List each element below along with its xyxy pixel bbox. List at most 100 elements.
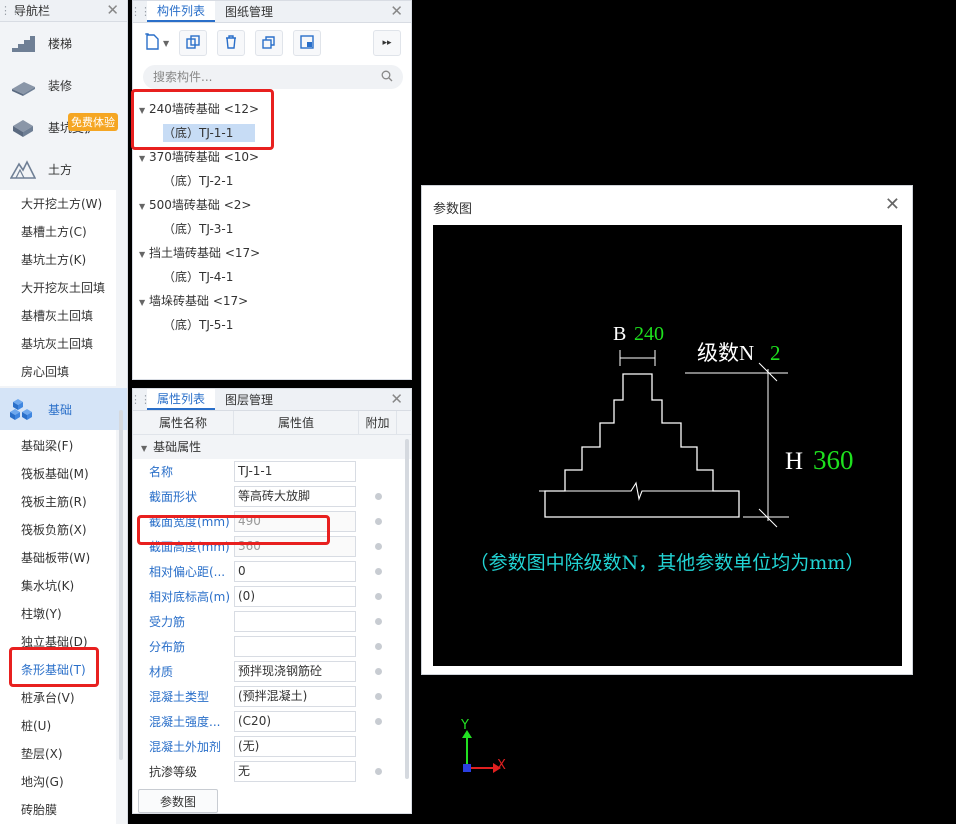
parameter-diagram-dialog: 参数图 ✕ B 240 级数N 2 H 360 （参数图中除级数N，其他参数单位… (421, 185, 913, 675)
delete-component-button[interactable] (217, 30, 246, 56)
nav-item[interactable]: 基坑土方(K) (0, 246, 116, 274)
property-name: 混凝土类型 (149, 690, 210, 704)
tree-group-label: 墙垛砖基础 <17> (149, 294, 249, 308)
extra-checkbox-icon[interactable] (374, 568, 382, 575)
nav-item[interactable]: 基础板带(W) (0, 544, 116, 572)
nav-category-earthwork[interactable]: 土方 (0, 148, 127, 190)
copy-component-button[interactable] (179, 30, 208, 56)
tree-leaf[interactable]: （底）TJ-2-1 (133, 169, 411, 193)
property-value[interactable]: (0) (234, 586, 356, 607)
property-extra (356, 618, 400, 625)
extra-checkbox-icon[interactable] (374, 643, 382, 650)
property-value[interactable]: 预拌现浇钢筋砼 (234, 661, 356, 682)
nav-item[interactable]: 筏板主筋(R) (0, 488, 116, 516)
close-icon[interactable]: ✕ (390, 4, 403, 19)
nav-item[interactable]: 集水坑(K) (0, 572, 116, 600)
tab-property-list[interactable]: 属性列表 (147, 389, 216, 410)
tab-component-list[interactable]: 构件列表 (147, 1, 216, 22)
nav-category-stairs[interactable]: 楼梯 (0, 22, 127, 64)
duplicate-component-button[interactable] (255, 30, 284, 56)
close-icon[interactable]: ✕ (885, 194, 900, 215)
extra-checkbox-icon[interactable] (374, 593, 382, 600)
drag-grip-icon[interactable]: ⋮⋮ (0, 4, 21, 17)
tree-group[interactable]: ▼ 墙垛砖基础 <17> (133, 289, 411, 313)
nav-item[interactable]: 筏板负筋(X) (0, 516, 116, 544)
dialog-title: 参数图 (433, 202, 473, 217)
property-value[interactable]: (C20) (234, 711, 356, 732)
extra-checkbox-icon[interactable] (374, 668, 382, 675)
expand-triangle-icon[interactable]: ▼ (139, 195, 149, 219)
nav-item[interactable]: 基槽土方(C) (0, 218, 116, 246)
nav-item[interactable]: 垫层(X) (0, 740, 116, 768)
extra-checkbox-icon[interactable] (374, 493, 382, 500)
section-basic-properties[interactable]: ▼ 基础属性 (133, 435, 411, 459)
nav-category-pit-support[interactable]: 基坑支护 免费体验 (0, 106, 127, 148)
property-value[interactable]: 等高砖大放脚 (234, 486, 356, 507)
save-component-button[interactable] (293, 30, 322, 56)
nav-item[interactable]: 基础梁(F) (0, 432, 116, 460)
property-extra (356, 493, 400, 500)
parameter-diagram-button[interactable]: 参数图 (138, 789, 218, 813)
property-row: 名称 TJ-1-1 (133, 459, 411, 484)
component-search (143, 65, 403, 89)
extra-checkbox-icon[interactable] (374, 768, 382, 775)
nav-category-decoration[interactable]: 装修 (0, 64, 127, 106)
close-icon[interactable]: ✕ (106, 3, 119, 18)
nav-item[interactable]: 筏板基础(M) (0, 460, 116, 488)
close-icon[interactable]: ✕ (390, 392, 403, 407)
property-value[interactable]: 0 (234, 561, 356, 582)
free-trial-badge[interactable]: 免费体验 (68, 113, 118, 131)
property-extra (356, 518, 400, 525)
component-search-input[interactable] (153, 70, 381, 84)
nav-item[interactable]: 房心回填 (0, 358, 116, 386)
expand-triangle-icon[interactable]: ▼ (139, 147, 149, 171)
nav-item[interactable]: 大开挖土方(W) (0, 190, 116, 218)
nav-scrollbar[interactable] (119, 410, 123, 760)
double-chevron-right-icon: ▸▸ (382, 38, 392, 48)
tree-leaf[interactable]: （底）TJ-5-1 (133, 313, 411, 337)
expand-triangle-icon[interactable]: ▼ (139, 243, 149, 267)
new-file-icon (143, 31, 161, 54)
property-value[interactable]: (无) (234, 736, 356, 757)
tab-layer-management[interactable]: 图层管理 (215, 389, 283, 410)
more-tools-button[interactable]: ▸▸ (373, 30, 401, 56)
search-icon[interactable] (381, 70, 393, 85)
nav-category-foundation[interactable]: 基础 (0, 388, 127, 430)
extra-checkbox-icon[interactable] (374, 543, 382, 550)
nav-category-label: 土方 (48, 162, 73, 177)
extra-checkbox-icon[interactable] (374, 618, 382, 625)
property-scrollbar[interactable] (405, 439, 409, 779)
property-value[interactable] (234, 636, 356, 657)
nav-item[interactable]: 砖胎膜 (0, 796, 116, 824)
nav-item[interactable]: 柱墩(Y) (0, 600, 116, 628)
tree-group[interactable]: ▼ 挡土墙砖基础 <17> (133, 241, 411, 265)
foundation-outline (539, 373, 740, 518)
extra-checkbox-icon[interactable] (374, 718, 382, 725)
property-value[interactable]: (预拌混凝土) (234, 686, 356, 707)
nav-item[interactable]: 基坑灰土回填 (0, 330, 116, 358)
tree-group[interactable]: ▼ 500墙砖基础 <2> (133, 193, 411, 217)
tab-drawing-management[interactable]: 图纸管理 (215, 1, 283, 22)
property-value[interactable]: 无 (234, 761, 356, 782)
property-row: 混凝土强度... (C20) (133, 709, 411, 734)
nav-category-label: 楼梯 (48, 36, 73, 51)
axis-indicator: Y X (455, 718, 515, 780)
nav-item[interactable]: 地沟(G) (0, 768, 116, 796)
dropdown-arrow-icon[interactable]: ▼ (163, 39, 169, 48)
drag-grip-icon[interactable]: ⋮⋮ (133, 389, 151, 410)
tree-leaf[interactable]: （底）TJ-3-1 (133, 217, 411, 241)
nav-item[interactable]: 基槽灰土回填 (0, 302, 116, 330)
drag-grip-icon[interactable]: ⋮⋮ (130, 1, 151, 22)
nav-item[interactable]: 桩承台(V) (0, 684, 116, 712)
nav-item[interactable]: 桩(U) (0, 712, 116, 740)
collapse-triangle-icon[interactable]: ▼ (141, 444, 147, 453)
nav-item[interactable]: 大开挖灰土回填 (0, 274, 116, 302)
property-value[interactable]: TJ-1-1 (234, 461, 356, 482)
extra-checkbox-icon[interactable] (374, 693, 382, 700)
expand-triangle-icon[interactable]: ▼ (139, 291, 149, 315)
new-component-button[interactable]: ▼ (143, 31, 169, 54)
tree-leaf[interactable]: （底）TJ-4-1 (133, 265, 411, 289)
property-value[interactable] (234, 611, 356, 632)
extra-checkbox-icon[interactable] (374, 518, 382, 525)
property-name: 材质 (149, 665, 174, 679)
